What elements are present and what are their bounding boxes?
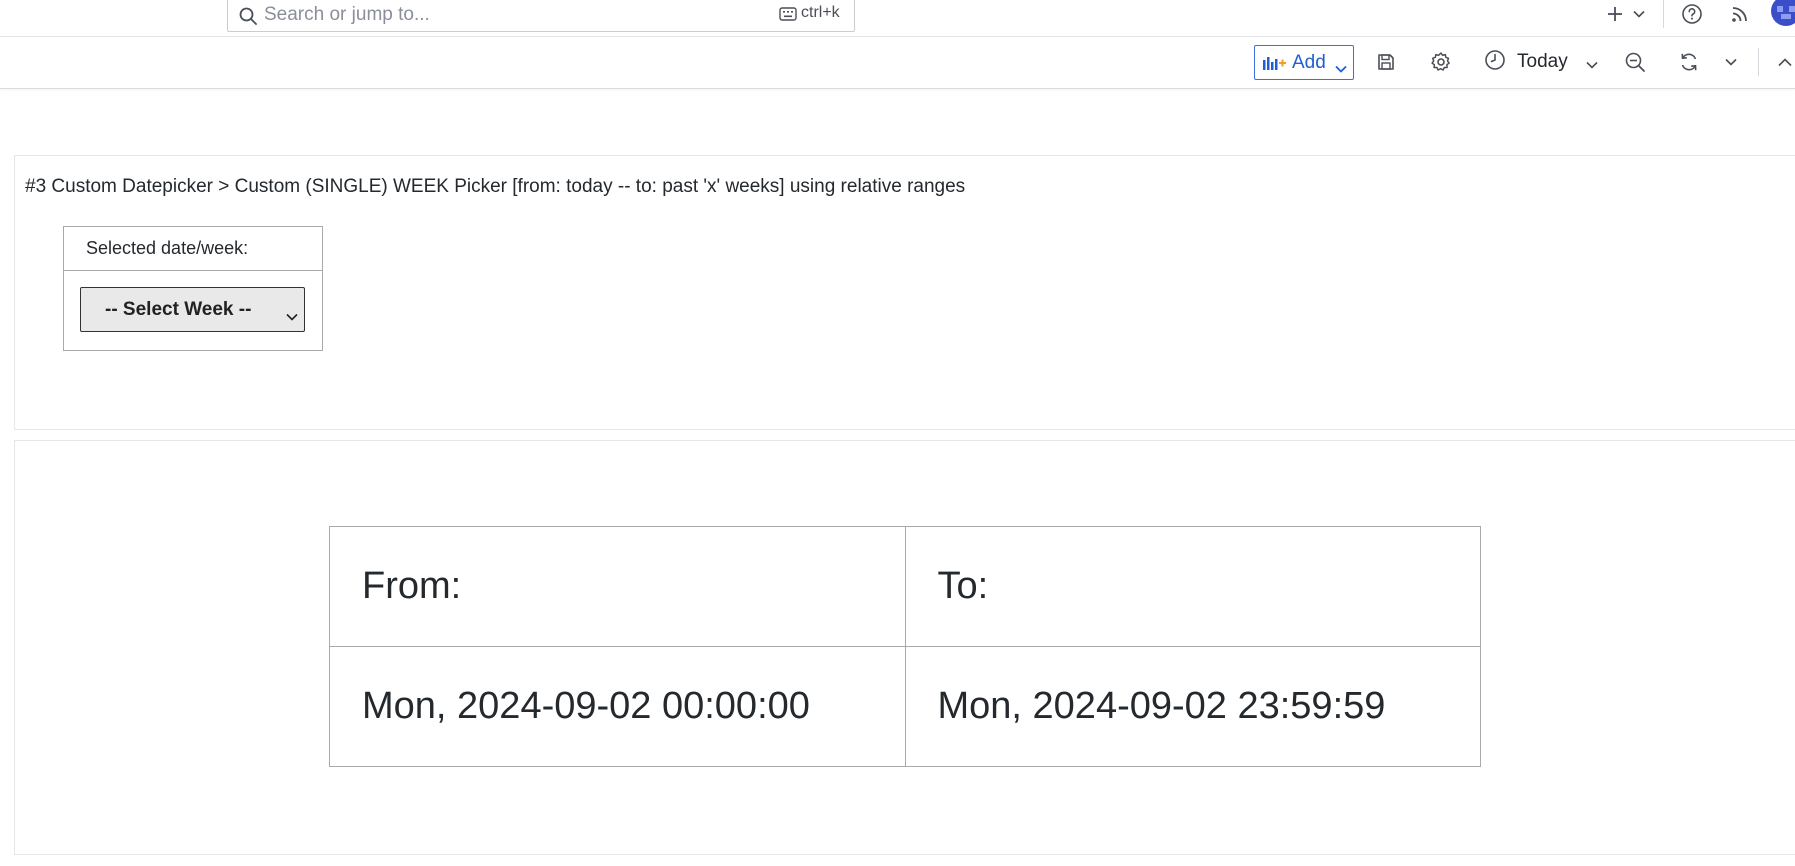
add-button-label: Add bbox=[1292, 52, 1326, 73]
divider bbox=[1663, 0, 1664, 28]
clock-icon bbox=[1484, 49, 1506, 76]
panel-title: #3 Custom Datepicker > Custom (SINGLE) W… bbox=[25, 176, 966, 197]
refresh-icon[interactable] bbox=[1676, 49, 1702, 75]
rss-icon[interactable] bbox=[1727, 1, 1753, 27]
gear-icon[interactable] bbox=[1428, 49, 1454, 75]
chevron-down-icon bbox=[286, 305, 298, 327]
top-bar: ctrl+k bbox=[0, 0, 1795, 37]
chevron-down-icon bbox=[1586, 56, 1598, 74]
add-button[interactable]: Add bbox=[1254, 45, 1354, 80]
time-range-label: Today bbox=[1517, 51, 1568, 72]
search-shortcut: ctrl+k bbox=[801, 4, 840, 21]
week-select[interactable]: -- Select Week -- bbox=[80, 287, 305, 332]
table-row: Mon, 2024-09-02 00:00:00 Mon, 2024-09-02… bbox=[329, 646, 1481, 767]
picker-header: Selected date/week: bbox=[64, 227, 322, 271]
date-range-panel: From: To: Mon, 2024-09-02 00:00:00 Mon, … bbox=[14, 440, 1795, 855]
chevron-down-icon[interactable] bbox=[1718, 49, 1744, 75]
zoom-out-icon[interactable] bbox=[1622, 49, 1648, 75]
to-label: To: bbox=[904, 526, 1481, 647]
to-value: Mon, 2024-09-02 23:59:59 bbox=[904, 646, 1481, 767]
search-icon bbox=[238, 6, 258, 26]
week-picker-panel: #3 Custom Datepicker > Custom (SINGLE) W… bbox=[14, 155, 1795, 430]
table-row: From: To: bbox=[329, 526, 1481, 647]
plus-icon[interactable] bbox=[1602, 1, 1628, 27]
search-box[interactable]: ctrl+k bbox=[227, 0, 855, 32]
bar-chart-add-icon bbox=[1263, 55, 1287, 77]
dashboard-toolbar: Add Today bbox=[0, 37, 1795, 89]
picker-box: Selected date/week: -- Select Week -- bbox=[63, 226, 323, 351]
save-icon[interactable] bbox=[1373, 49, 1399, 75]
date-range-table: From: To: Mon, 2024-09-02 00:00:00 Mon, … bbox=[329, 526, 1481, 767]
chevron-down-icon bbox=[1335, 57, 1347, 79]
from-label: From: bbox=[329, 526, 906, 647]
search-input[interactable] bbox=[264, 3, 744, 27]
help-icon[interactable] bbox=[1679, 1, 1705, 27]
chevron-down-icon[interactable] bbox=[1626, 1, 1652, 27]
chevron-up-icon[interactable] bbox=[1772, 49, 1795, 75]
keyboard-icon bbox=[779, 7, 797, 21]
avatar[interactable] bbox=[1771, 0, 1795, 26]
divider bbox=[1758, 48, 1759, 76]
from-value: Mon, 2024-09-02 00:00:00 bbox=[329, 646, 906, 767]
week-select-value: -- Select Week -- bbox=[105, 299, 252, 320]
